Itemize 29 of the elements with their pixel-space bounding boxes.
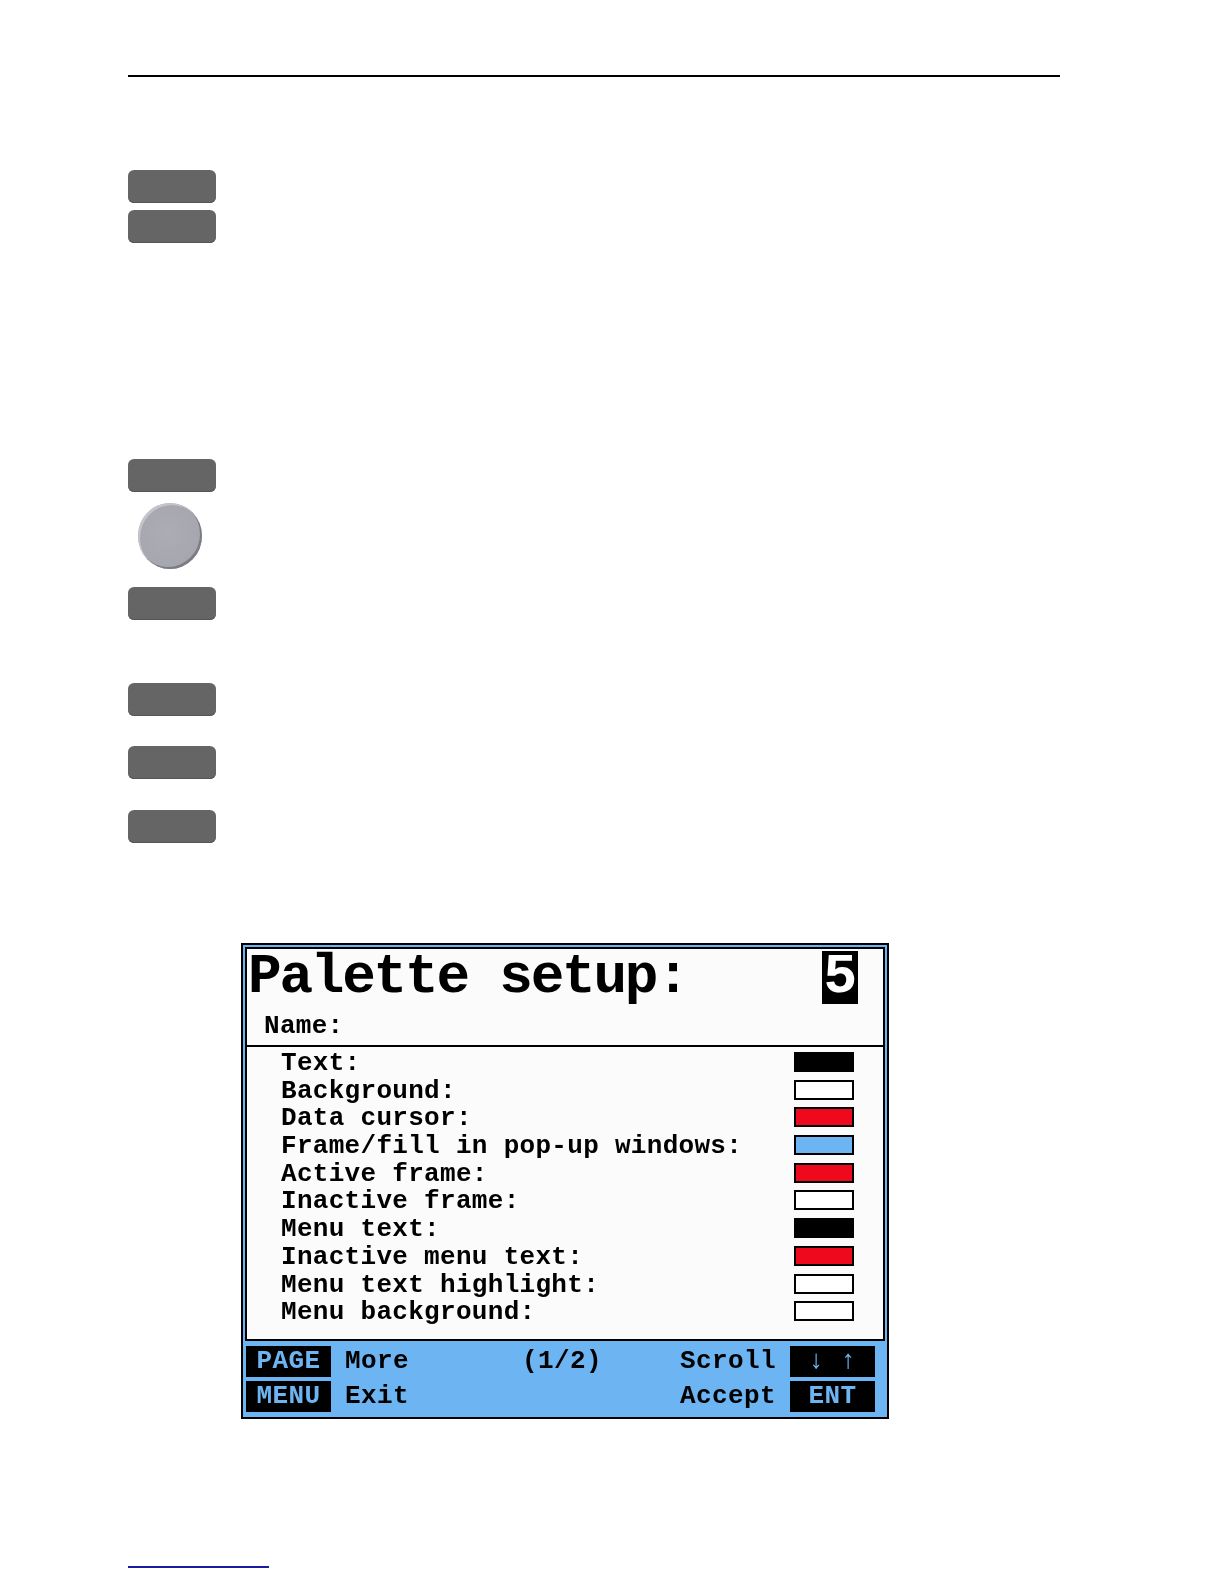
key-icon	[128, 746, 216, 779]
palette-number: 5	[822, 951, 858, 1004]
key-icon	[128, 810, 216, 843]
setting-label: Inactive frame:	[281, 1188, 520, 1217]
setting-label: Active frame:	[281, 1160, 488, 1189]
setting-label: Background:	[281, 1077, 456, 1106]
setting-label: Text:	[281, 1050, 361, 1078]
name-label: Name:	[264, 1012, 344, 1040]
screen-title: Palette setup:	[248, 951, 688, 1004]
key-icon	[128, 459, 216, 492]
setting-label: Data cursor:	[281, 1105, 472, 1134]
action-label: More	[345, 1345, 410, 1377]
key-icon	[128, 683, 216, 716]
key-icon	[128, 210, 216, 243]
key-icon	[128, 587, 216, 620]
softkey-label: PAGE	[246, 1345, 331, 1377]
setting-label: Frame/fill in pop-up windows:	[281, 1133, 743, 1161]
action-label: Scroll	[680, 1345, 776, 1377]
softkey-label: MENU	[246, 1380, 331, 1412]
setting-label: Inactive menu text:	[281, 1243, 584, 1272]
softkey-label: ↓ ↑	[790, 1345, 875, 1377]
key-icon	[128, 170, 216, 203]
page-indicator: (1/2)	[522, 1345, 603, 1377]
setting-label: Menu text highlight:	[281, 1271, 600, 1300]
setting-label: Menu text:	[281, 1216, 441, 1244]
softkey-label: ENT	[790, 1380, 875, 1412]
setting-label: Menu background:	[281, 1299, 536, 1327]
action-label: Exit	[345, 1380, 410, 1412]
action-label: Accept	[680, 1380, 776, 1412]
